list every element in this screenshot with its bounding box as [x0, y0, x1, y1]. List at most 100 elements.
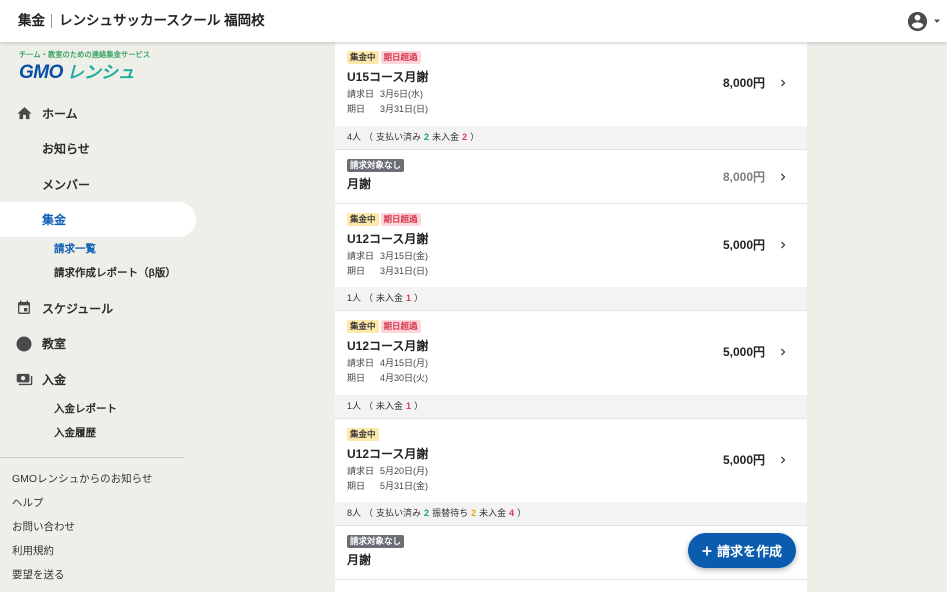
payment-summary: 1人（未入金 1） — [335, 394, 807, 418]
subnav-item-payment-report[interactable]: 入金レポート — [0, 397, 196, 421]
subnav-item-payment-history[interactable]: 入金履歴 — [0, 421, 196, 445]
caret-down-icon[interactable] — [933, 18, 941, 24]
help-link[interactable]: ヘルプ — [12, 491, 152, 515]
renshu-news-link[interactable]: GMOレンシュからのお知らせ — [12, 467, 152, 491]
due-date-value: 5月31日(金) — [380, 480, 429, 491]
invoice-row-main[interactable]: 集金中 期日超過 U15コース月謝 請求日 3月6日(水) 期日 3月31日(日) 8,000… — [335, 42, 807, 126]
summary-open-paren: （ — [364, 293, 374, 303]
invoice-amount: 5,000円 — [722, 452, 765, 467]
summary-status-count: 2 — [462, 131, 468, 142]
billing-date-row: 請求日 3月6日(水) — [347, 88, 423, 100]
summary-status-count: 2 — [471, 508, 477, 518]
summary-close-paren: ） — [414, 293, 424, 303]
payment-summary: 8人（支払い済み 2 振替待ち 2 未入金 4） — [335, 502, 807, 525]
status-badges: 請求対象なし — [347, 535, 405, 548]
status-badges: 集金中 — [347, 427, 379, 441]
billing-date-value: 5月20日(月) — [380, 465, 429, 476]
due-date-row: 期日 5月31日(金) — [347, 480, 428, 492]
member-count: 4人 — [347, 131, 362, 142]
terms-link[interactable]: 利用規約 — [12, 539, 152, 563]
summary-status-label: 振替待ち — [432, 508, 469, 518]
subnav-item-invoice-report[interactable]: 請求作成レポート（β版） — [0, 261, 196, 285]
summary-status-label: 支払い済み — [376, 508, 422, 518]
invoice-title: 月謝 — [347, 176, 372, 191]
gmo-renshu-logo[interactable]: チーム・教室のための連絡集金サービス GMO レンシュ — [19, 50, 169, 84]
invoice-amount: 5,000円 — [722, 345, 765, 359]
title-separator — [51, 14, 52, 28]
nav-item-notices[interactable]: お知らせ — [0, 131, 196, 167]
status-badge: 集金中 — [347, 51, 379, 64]
chevron-right-icon[interactable] — [776, 345, 790, 359]
invoice-row[interactable]: 集金中 U12コース月謝 請求日 5月20日(月) 期日 5月31日(金) 5,000円 8人… — [335, 419, 807, 526]
circle-icon — [15, 335, 33, 353]
billing-date-label: 請求日 — [347, 250, 375, 261]
feedback-link[interactable]: 要望を送る — [12, 563, 152, 587]
member-count: 8人 — [347, 508, 362, 518]
chevron-right-icon[interactable] — [776, 76, 790, 90]
invoice-title: U12コース月謝 — [347, 339, 429, 353]
summary-open-paren: （ — [364, 131, 374, 142]
nav-item-payments[interactable]: 入金 — [0, 361, 196, 397]
payment-summary: 1人（未入金 1） — [335, 287, 807, 310]
payments-icon — [15, 370, 33, 388]
logo-renshu: レンシュ — [66, 63, 135, 82]
invoice-amount: 5,000円 — [722, 237, 765, 252]
payment-summary: 4人（支払い済み 2 未入金 2） — [335, 125, 807, 149]
summary-close-paren: ） — [414, 400, 424, 411]
chevron-right-icon[interactable] — [776, 170, 790, 184]
billing-date-label: 請求日 — [347, 465, 375, 476]
account-circle-icon[interactable] — [906, 10, 929, 33]
billing-date-row: 請求日 5月20日(月) — [347, 465, 428, 477]
logo-tagline: チーム・教室のための連絡集金サービス — [19, 50, 151, 59]
nav-item-label: 入金 — [42, 372, 67, 387]
nav-item-label: ホーム — [42, 106, 78, 121]
status-badge: 請求対象なし — [347, 158, 405, 172]
invoice-row-main[interactable]: 集金中 期日超過 U12コース月謝 請求日 3月15日(金) 期日 3月31日(日) 5,00… — [335, 204, 807, 288]
summary-status-count: 2 — [424, 508, 430, 518]
home-icon — [15, 104, 33, 122]
invoice-title: 月謝 — [347, 553, 372, 567]
invoice-title: U12コース月謝 — [347, 231, 429, 246]
due-date-label: 期日 — [347, 373, 366, 383]
invoice-row[interactable]: 集金中 期日超過 U15コース月謝 請求日 3月6日(水) 期日 3月31日(日) 8,000… — [335, 42, 807, 150]
invoice-list: 集金中 期日超過 U15コース月謝 請求日 3月6日(水) 期日 3月31日(日) 8,000… — [335, 42, 807, 592]
nav-item-schedule[interactable]: スケジュール — [0, 290, 196, 326]
nav-item-billing[interactable]: 集金 — [0, 201, 196, 238]
summary-status-label: 未入金 — [376, 400, 404, 411]
logo-wordmark: GMO レンシュ — [19, 63, 169, 84]
due-date-label: 期日 — [347, 104, 366, 114]
invoice-row[interactable]: 集金中 期日超過 U12コース月謝 請求日 3月15日(金) 期日 3月31日(日) 5,00… — [335, 204, 807, 311]
summary-open-paren: （ — [364, 400, 374, 411]
create-invoice-label: 請求を作成 — [716, 544, 782, 559]
status-badge: 期日超過 — [380, 212, 421, 226]
invoice-row[interactable]: 集金中 期日超過 U12コース月謝請求日 4月15日(月) 期日 4月30日(火) 5,00… — [335, 311, 807, 419]
chevron-right-icon[interactable] — [776, 238, 790, 252]
nav-item-classroom[interactable]: 教室 — [0, 326, 196, 362]
status-badges: 集金中 期日超過 — [347, 212, 421, 226]
create-invoice-button[interactable]: 請求を作成 — [688, 533, 796, 568]
nav-item-home[interactable]: ホーム — [0, 95, 196, 131]
sidebar-divider — [0, 457, 184, 458]
billing-date-label: 請求日 — [347, 358, 375, 368]
status-badges: 集金中 期日超過 — [347, 320, 421, 333]
nav-item-label: 集金 — [42, 213, 67, 227]
section-title: 集金 — [18, 13, 45, 28]
nav-item-members[interactable]: メンバー — [0, 166, 196, 202]
due-date-row: 期日 3月31日(日) — [347, 265, 428, 277]
status-badge: 集金中 — [347, 212, 379, 226]
member-count: 1人 — [347, 293, 362, 303]
billing-date-value: 4月15日(月) — [380, 358, 429, 368]
subnav-item-invoice-list[interactable]: 請求一覧 — [0, 237, 196, 261]
contact-link[interactable]: お問い合わせ — [12, 515, 152, 539]
invoice-row-main[interactable]: 集金中 期日超過 U12コース月謝請求日 4月15日(月) 期日 4月30日(火) 5,00… — [335, 311, 807, 395]
status-badge: 請求対象なし — [347, 535, 405, 548]
chevron-right-icon[interactable] — [776, 453, 790, 467]
invoice-amount: 8,000円 — [722, 169, 765, 184]
invoice-row-main[interactable]: 請求対象なし 月謝 8,000円 — [335, 150, 807, 203]
summary-close-paren: ） — [470, 131, 480, 142]
invoice-row-main[interactable]: 集金中 U12コース月謝 請求日 5月20日(月) 期日 5月31日(金) 5,000円 — [335, 419, 807, 503]
summary-open-paren: （ — [364, 508, 374, 518]
due-date-row: 期日 4月30日(火) — [347, 372, 428, 384]
invoice-row[interactable]: 請求対象なし 月謝 8,000円 — [335, 150, 807, 204]
invoice-amount: 8,000円 — [722, 76, 765, 90]
